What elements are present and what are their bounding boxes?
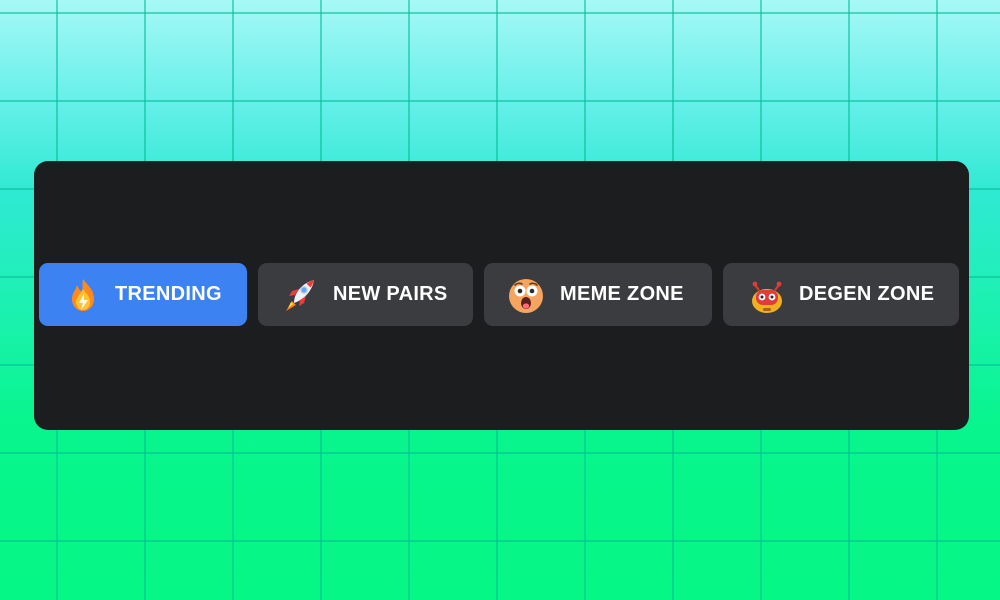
- tab-degen-zone[interactable]: DEGEN ZONE: [723, 263, 959, 326]
- rocket-icon: [280, 275, 320, 315]
- tab-trending-label: TRENDING: [115, 283, 222, 305]
- surprised-face-icon: [506, 275, 546, 315]
- tab-new-pairs-label: NEW PAIRS: [333, 283, 448, 305]
- tab-meme-zone-label: MEME ZONE: [560, 283, 684, 305]
- tab-new-pairs[interactable]: NEW PAIRS: [258, 263, 473, 326]
- tab-bar-panel: TRENDING NEW PAIRS MEME ZONE DEGEN ZONE: [34, 161, 969, 430]
- fire-icon: [63, 275, 103, 315]
- robot-icon: [747, 275, 787, 315]
- tab-degen-zone-label: DEGEN ZONE: [799, 283, 935, 305]
- tab-trending[interactable]: TRENDING: [39, 263, 247, 326]
- tab-meme-zone[interactable]: MEME ZONE: [484, 263, 712, 326]
